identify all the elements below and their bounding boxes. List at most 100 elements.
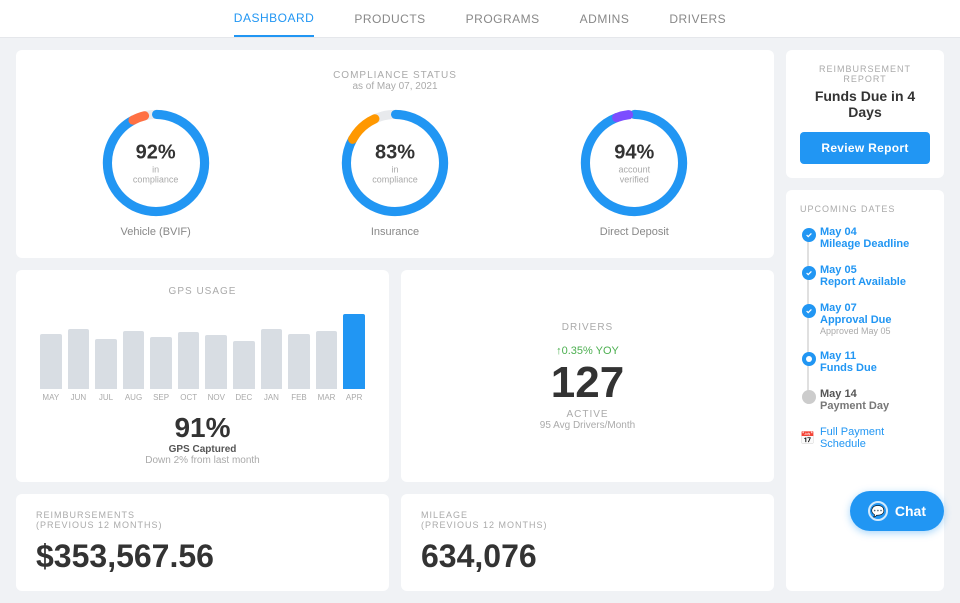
timeline-event: Funds Due	[820, 362, 930, 374]
timeline-item: May 04 Mileage Deadline	[820, 226, 930, 250]
bar-label: MAR	[316, 393, 338, 402]
left-panel: COMPLIANCE STATUS as of May 07, 2021 92%	[16, 50, 774, 591]
bar-label: APR	[343, 393, 365, 402]
timeline-event: Payment Day	[820, 400, 930, 412]
bar-item	[178, 332, 200, 389]
donut-sub-insurance: in compliance	[367, 165, 422, 185]
donut-center-vehicle: 92% in compliance	[128, 142, 183, 185]
nav-products[interactable]: PRODUCTS	[354, 2, 425, 36]
chat-label: Chat	[895, 503, 926, 519]
bar-item	[316, 331, 338, 389]
timeline-date: May 05	[820, 264, 930, 276]
bar-label: AUG	[123, 393, 145, 402]
bar-item	[205, 335, 227, 389]
bar-item	[288, 334, 310, 389]
nav-admins[interactable]: ADMINS	[580, 2, 630, 36]
timeline-date: May 07	[820, 302, 930, 314]
donut-label-insurance: Insurance	[371, 226, 419, 238]
timeline-dot	[802, 304, 816, 318]
report-header: REIMBURSEMENT REPORT	[800, 64, 930, 84]
middle-row: GPS USAGE MAY JUN JUL AUG SEP OCT NOV DEC JAN FEB…	[16, 270, 774, 482]
drivers-card: DRIVERS ↑0.35% YOY 127 ACTIVE 95 Avg Dri…	[401, 270, 774, 482]
navigation: DASHBOARD PRODUCTS PROGRAMS ADMINS DRIVE…	[0, 0, 960, 38]
timeline-item: May 07 Approval Due Approved May 05	[820, 302, 930, 336]
timeline-date: May 11	[820, 350, 930, 362]
gps-card: GPS USAGE MAY JUN JUL AUG SEP OCT NOV DEC JAN FEB…	[16, 270, 389, 482]
timeline-event: Approval Due	[820, 314, 930, 326]
report-title: Funds Due in 4 Days	[800, 88, 930, 120]
stats-row: REIMBURSEMENTS (PREVIOUS 12 MONTHS) $353…	[16, 494, 774, 591]
bar-label: OCT	[178, 393, 200, 402]
donut-pct-deposit: 94%	[607, 142, 662, 165]
drivers-yoy: ↑0.35% YOY	[556, 345, 619, 357]
main-content: COMPLIANCE STATUS as of May 07, 2021 92%	[0, 38, 960, 603]
bar-item	[123, 331, 145, 389]
timeline-item: May 14 Payment Day	[820, 388, 930, 412]
donut-label-vehicle: Vehicle (BVIF)	[121, 226, 191, 238]
bar-item	[261, 329, 283, 389]
timeline-dot	[802, 390, 816, 404]
bar-label: SEP	[150, 393, 172, 402]
bar-item	[150, 337, 172, 389]
bar-label: MAY	[40, 393, 62, 402]
donut-pct-vehicle: 92%	[128, 142, 183, 165]
bar-label: JAN	[261, 393, 283, 402]
full-schedule-text: Full Payment Schedule	[820, 426, 930, 450]
review-report-button[interactable]: Review Report	[800, 132, 930, 164]
drivers-active: ACTIVE	[566, 409, 608, 420]
reimbursements-card: REIMBURSEMENTS (PREVIOUS 12 MONTHS) $353…	[16, 494, 389, 591]
gps-title: GPS USAGE	[32, 286, 373, 297]
compliance-card: COMPLIANCE STATUS as of May 07, 2021 92%	[16, 50, 774, 258]
bar-label: JUL	[95, 393, 117, 402]
bar-labels: MAY JUN JUL AUG SEP OCT NOV DEC JAN FEB MAR APR	[32, 389, 373, 402]
reimbursements-value: $353,567.56	[36, 538, 369, 575]
bar-label: NOV	[205, 393, 227, 402]
timeline-dot	[802, 228, 816, 242]
bar-item	[95, 339, 117, 389]
timeline-event: Report Available	[820, 276, 930, 288]
timeline-item: May 11 Funds Due	[820, 350, 930, 374]
bar-item	[68, 329, 90, 389]
calendar-icon: 📅	[800, 431, 815, 445]
timeline-date: May 04	[820, 226, 930, 238]
mileage-title: MILEAGE (PREVIOUS 12 MONTHS)	[421, 510, 754, 530]
timeline-date: May 14	[820, 388, 930, 400]
timeline-dot	[802, 352, 816, 366]
bar-chart	[32, 309, 373, 389]
donut-insurance: 83% in compliance Insurance	[340, 108, 450, 238]
compliance-date: as of May 07, 2021	[36, 81, 754, 92]
donut-deposit: 94% account verified Direct Deposit	[579, 108, 689, 238]
gps-sub: GPS Captured	[32, 444, 373, 455]
chat-button[interactable]: 💬 Chat	[850, 491, 944, 531]
timeline: May 04 Mileage Deadline May 05 Report Av…	[800, 226, 930, 412]
drivers-avg: 95 Avg Drivers/Month	[540, 420, 635, 431]
bar-label: JUN	[68, 393, 90, 402]
bar-item	[343, 314, 365, 389]
chat-icon: 💬	[868, 501, 888, 521]
dates-header: UPCOMING DATES	[800, 204, 930, 214]
reimbursements-title: REIMBURSEMENTS (PREVIOUS 12 MONTHS)	[36, 510, 369, 530]
donut-center-insurance: 83% in compliance	[367, 142, 422, 185]
nav-drivers[interactable]: DRIVERS	[669, 2, 726, 36]
timeline-dot	[802, 266, 816, 280]
bar-label: DEC	[233, 393, 255, 402]
timeline-note: Approved May 05	[820, 326, 930, 336]
donut-sub-vehicle: in compliance	[128, 165, 183, 185]
donut-label-deposit: Direct Deposit	[600, 226, 669, 238]
nav-dashboard[interactable]: DASHBOARD	[234, 1, 315, 37]
drivers-title: DRIVERS	[562, 322, 613, 333]
bar-item	[233, 341, 255, 389]
donut-center-deposit: 94% account verified	[607, 142, 662, 185]
timeline-event: Mileage Deadline	[820, 238, 930, 250]
report-card: REIMBURSEMENT REPORT Funds Due in 4 Days…	[786, 50, 944, 178]
compliance-title: COMPLIANCE STATUS	[36, 70, 754, 81]
gps-sub2: Down 2% from last month	[32, 455, 373, 466]
donut-vehicle: 92% in compliance Vehicle (BVIF)	[101, 108, 211, 238]
nav-programs[interactable]: PROGRAMS	[466, 2, 540, 36]
compliance-charts: 92% in compliance Vehicle (BVIF)	[36, 108, 754, 238]
drivers-count: 127	[551, 361, 624, 405]
full-schedule-link[interactable]: 📅 Full Payment Schedule	[800, 426, 930, 450]
bar-label: FEB	[288, 393, 310, 402]
timeline-item: May 05 Report Available	[820, 264, 930, 288]
mileage-value: 634,076	[421, 538, 754, 575]
